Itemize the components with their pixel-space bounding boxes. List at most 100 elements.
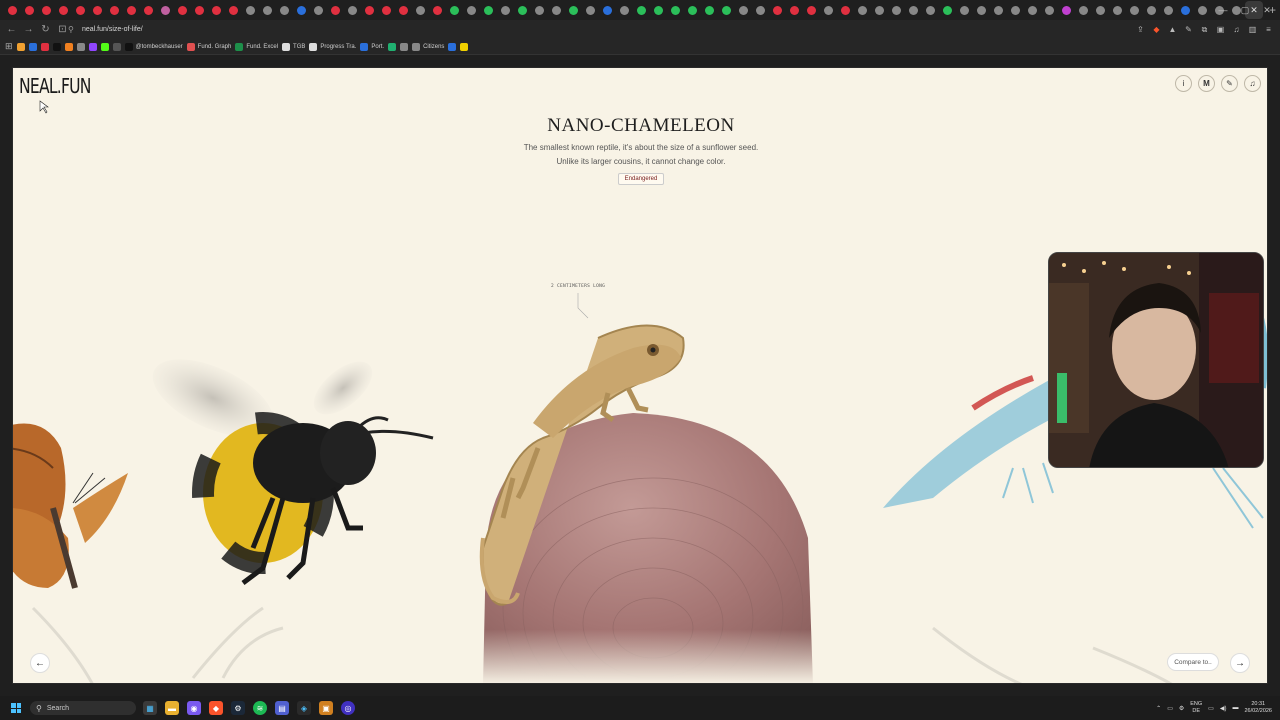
next-arrow-button[interactable]: → [1230, 653, 1250, 673]
app-icon-5[interactable]: ◎ [341, 701, 355, 715]
browser-tab[interactable] [769, 0, 786, 20]
apps-icon[interactable]: ⊞ [5, 40, 13, 54]
browser-tab[interactable] [208, 0, 225, 20]
browser-tab[interactable] [837, 0, 854, 20]
bookmark-item[interactable]: Port. [360, 40, 384, 54]
browser-tab[interactable] [888, 0, 905, 20]
battery-icon[interactable]: ▬ [1232, 705, 1238, 711]
browser-tab[interactable] [140, 0, 157, 20]
browser-tab[interactable] [1160, 0, 1177, 20]
maximize-icon[interactable]: ▢ [1234, 0, 1256, 20]
site-info-icon[interactable]: ⚲ [68, 25, 82, 34]
bookmark-item[interactable] [52, 40, 61, 54]
browser-tab[interactable] [463, 0, 480, 20]
browser-tab[interactable] [327, 0, 344, 20]
browser-tab[interactable] [531, 0, 548, 20]
windows-start-icon[interactable] [11, 703, 21, 713]
browser-tab[interactable] [1041, 0, 1058, 20]
extension-icon[interactable]: ✎ [1183, 24, 1194, 35]
bookmark-item[interactable] [388, 40, 397, 54]
bookmark-item[interactable] [112, 40, 121, 54]
browser-tab[interactable] [344, 0, 361, 20]
browser-tab[interactable] [820, 0, 837, 20]
address-bar[interactable]: ⚲ neal.fun/size-of-life/ [68, 22, 1148, 37]
browser-tab[interactable] [123, 0, 140, 20]
browser-tab[interactable] [1092, 0, 1109, 20]
tray-app-icon[interactable]: ▭ [1167, 705, 1173, 712]
browser-tab[interactable] [905, 0, 922, 20]
task-view-icon[interactable]: ▦ [143, 701, 157, 715]
bookmark-item[interactable] [28, 40, 37, 54]
browser-tab[interactable] [395, 0, 412, 20]
forward-icon[interactable]: → [21, 22, 36, 37]
browser-tab[interactable] [854, 0, 871, 20]
bookmark-item[interactable] [460, 40, 469, 54]
browser-tab[interactable] [990, 0, 1007, 20]
browser-tab[interactable] [310, 0, 327, 20]
browser-tab[interactable] [21, 0, 38, 20]
browser-tab[interactable] [378, 0, 395, 20]
media-icon[interactable]: ♫ [1231, 24, 1242, 35]
spotify-icon[interactable]: ≋ [253, 701, 267, 715]
browser-tab[interactable] [1075, 0, 1092, 20]
browser-tab[interactable] [276, 0, 293, 20]
browser-tab[interactable] [548, 0, 565, 20]
browser-tab[interactable] [973, 0, 990, 20]
browser-tab[interactable] [191, 0, 208, 20]
browser-tab[interactable] [55, 0, 72, 20]
browser-tab[interactable] [582, 0, 599, 20]
brave-shields-icon[interactable]: ◆ [1151, 24, 1162, 35]
browser-tab[interactable] [1143, 0, 1160, 20]
browser-tab[interactable] [174, 0, 191, 20]
browser-tab[interactable] [633, 0, 650, 20]
browser-tab[interactable] [412, 0, 429, 20]
browser-tab[interactable] [1194, 0, 1211, 20]
wallet-icon[interactable]: ▣ [1215, 24, 1226, 35]
brave-browser-icon[interactable]: ◆ [209, 701, 223, 715]
volume-icon[interactable]: ◀) [1220, 705, 1227, 712]
browser-tab[interactable] [803, 0, 820, 20]
app-icon[interactable]: ◉ [187, 701, 201, 715]
browser-tab[interactable] [922, 0, 939, 20]
browser-tab[interactable] [497, 0, 514, 20]
browser-tab[interactable] [616, 0, 633, 20]
bookmark-item[interactable]: TGB [282, 40, 305, 54]
app-icon-2[interactable]: ▤ [275, 701, 289, 715]
file-explorer-icon[interactable]: ▬ [165, 701, 179, 715]
browser-tab[interactable] [956, 0, 973, 20]
network-icon[interactable]: ▭ [1208, 705, 1214, 712]
browser-tab[interactable] [225, 0, 242, 20]
bookmark-item[interactable] [64, 40, 73, 54]
browser-tab[interactable] [1109, 0, 1126, 20]
rewards-icon[interactable]: ▲ [1167, 24, 1178, 35]
reload-icon[interactable]: ↻ [38, 22, 53, 37]
browser-tab[interactable] [429, 0, 446, 20]
steam-icon[interactable]: ⚙ [231, 701, 245, 715]
bookmark-item[interactable] [76, 40, 85, 54]
bookmark-item[interactable] [88, 40, 97, 54]
browser-tab[interactable] [667, 0, 684, 20]
browser-tab[interactable] [480, 0, 497, 20]
browser-tab[interactable] [650, 0, 667, 20]
browser-tab[interactable] [72, 0, 89, 20]
browser-tab[interactable] [786, 0, 803, 20]
url-text[interactable]: neal.fun/size-of-life/ [82, 26, 143, 33]
browser-tab[interactable] [1007, 0, 1024, 20]
bookmark-item[interactable] [100, 40, 109, 54]
bookmark-item[interactable] [400, 40, 409, 54]
share-icon[interactable]: ⇪ [1135, 24, 1146, 35]
browser-tab[interactable] [752, 0, 769, 20]
browser-tab[interactable] [361, 0, 378, 20]
bookmark-item[interactable] [40, 40, 49, 54]
browser-tab[interactable] [293, 0, 310, 20]
bookmark-item[interactable] [16, 40, 25, 54]
browser-tab[interactable] [259, 0, 276, 20]
browser-tab[interactable] [38, 0, 55, 20]
browser-tab[interactable] [684, 0, 701, 20]
browser-tab[interactable] [157, 0, 174, 20]
browser-tab[interactable] [599, 0, 616, 20]
browser-tab[interactable] [939, 0, 956, 20]
browser-tab[interactable] [242, 0, 259, 20]
bookmark-item[interactable]: @tombeckhauser [124, 40, 183, 54]
app-icon-4[interactable]: ▣ [319, 701, 333, 715]
